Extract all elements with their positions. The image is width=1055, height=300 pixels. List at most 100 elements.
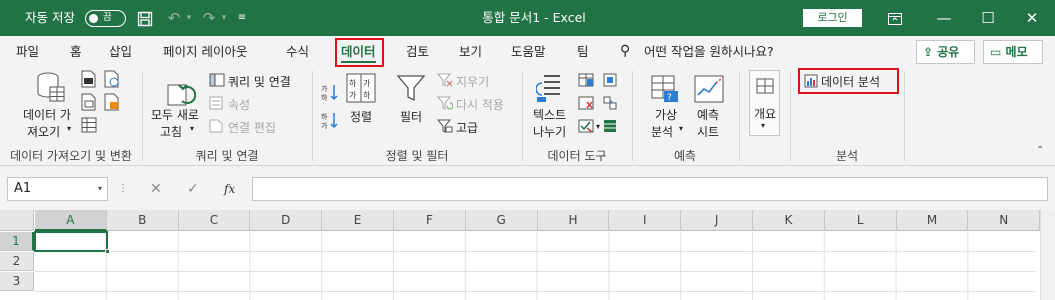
sort-descending-icon[interactable]: 하가 bbox=[321, 111, 339, 132]
flash-fill-icon[interactable] bbox=[578, 73, 594, 90]
row-header-3[interactable]: 3 bbox=[0, 272, 34, 291]
get-data-icon[interactable] bbox=[36, 71, 66, 108]
formula-input[interactable] bbox=[252, 177, 1048, 201]
column-header-n[interactable]: N bbox=[968, 210, 1041, 231]
recent-sources-icon[interactable] bbox=[104, 93, 120, 114]
get-data-label-1[interactable]: 데이터 가 bbox=[23, 106, 71, 123]
column-header-f[interactable]: F bbox=[394, 210, 466, 231]
autosave-toggle[interactable]: 끔 bbox=[85, 10, 126, 27]
consolidate-icon[interactable] bbox=[603, 73, 617, 90]
save-icon[interactable] bbox=[136, 0, 154, 36]
login-button[interactable]: 로그인 bbox=[803, 9, 862, 27]
tell-me-input[interactable]: 어떤 작업을 원하시나요? bbox=[644, 36, 774, 67]
column-header-m[interactable]: M bbox=[896, 210, 969, 231]
advanced-button[interactable]: 고급 bbox=[456, 119, 478, 136]
redo-dropdown-icon[interactable]: ▾ bbox=[219, 0, 229, 36]
existing-connections-icon[interactable] bbox=[81, 117, 97, 136]
remove-duplicates-icon[interactable] bbox=[578, 96, 594, 113]
insert-function-icon[interactable]: fx bbox=[224, 177, 235, 201]
text-to-columns-label-1[interactable]: 텍스트 bbox=[533, 106, 566, 123]
data-model-icon[interactable] bbox=[603, 119, 617, 136]
svg-text:가: 가 bbox=[321, 121, 328, 129]
refresh-all-label-1[interactable]: 모두 새로 bbox=[151, 106, 199, 123]
from-table-icon[interactable] bbox=[81, 93, 97, 114]
selected-cell[interactable] bbox=[34, 231, 108, 252]
column-header-g[interactable]: G bbox=[465, 210, 538, 231]
row-header-1[interactable]: 1 bbox=[0, 232, 34, 251]
get-data-label-2[interactable]: 져오기 bbox=[27, 123, 60, 140]
column-header-h[interactable]: H bbox=[537, 210, 610, 231]
column-header-k[interactable]: K bbox=[753, 210, 825, 231]
tab-formulas[interactable]: 수식 bbox=[286, 36, 309, 67]
filter-label[interactable]: 필터 bbox=[400, 108, 422, 125]
sort-label[interactable]: 정렬 bbox=[350, 108, 372, 125]
what-if-dropdown-icon[interactable]: ▾ bbox=[679, 124, 683, 133]
from-web-icon[interactable] bbox=[104, 70, 120, 91]
outline-button[interactable]: 개요 ▾ bbox=[749, 70, 780, 136]
group-separator bbox=[739, 71, 740, 161]
undo-dropdown-icon[interactable]: ▾ bbox=[184, 0, 194, 36]
tab-review[interactable]: 검토 bbox=[406, 36, 429, 67]
customize-toolbar-icon[interactable]: ≡ bbox=[236, 0, 248, 36]
column-header-i[interactable]: I bbox=[609, 210, 682, 231]
enter-icon[interactable]: ✓ bbox=[187, 177, 199, 201]
comments-button[interactable]: ▭ 메모 bbox=[983, 40, 1043, 64]
from-text-csv-icon[interactable] bbox=[81, 70, 97, 91]
maximize-icon[interactable]: ☐ bbox=[977, 0, 999, 36]
close-icon[interactable]: ✕ bbox=[1021, 0, 1043, 36]
redo-icon[interactable]: ↷ bbox=[200, 0, 218, 36]
text-to-columns-label-2[interactable]: 나누기 bbox=[533, 123, 566, 140]
clear-button[interactable]: 지우기 bbox=[456, 73, 489, 90]
properties-button[interactable]: 속성 bbox=[228, 96, 250, 113]
select-all-button[interactable] bbox=[0, 210, 34, 231]
edit-links-button[interactable]: 연결 편집 bbox=[228, 119, 276, 136]
search-icon[interactable]: ⚲ bbox=[620, 36, 630, 67]
column-header-j[interactable]: J bbox=[681, 210, 753, 231]
share-button[interactable]: ⇪ 공유 bbox=[916, 40, 975, 64]
text-to-columns-icon[interactable] bbox=[535, 73, 562, 106]
data-validation-icon[interactable] bbox=[578, 119, 594, 136]
reapply-button[interactable]: 다시 적용 bbox=[456, 96, 504, 113]
sort-icon[interactable]: 하가가하 bbox=[346, 73, 376, 106]
undo-icon[interactable]: ↶ bbox=[165, 0, 183, 36]
tab-home[interactable]: 홈 bbox=[70, 36, 82, 67]
what-if-label-2[interactable]: 분석 bbox=[651, 123, 673, 140]
tab-view[interactable]: 보기 bbox=[459, 36, 482, 67]
tab-help[interactable]: 도움말 bbox=[511, 36, 546, 67]
group-separator bbox=[312, 71, 313, 161]
queries-connections-button[interactable]: 쿼리 및 연결 bbox=[228, 73, 291, 90]
refresh-dropdown-icon[interactable]: ▾ bbox=[190, 124, 194, 133]
what-if-analysis-icon[interactable]: ? bbox=[651, 75, 679, 106]
forecast-sheet-label-1[interactable]: 예측 bbox=[697, 106, 719, 123]
what-if-label-1[interactable]: 가상 bbox=[655, 106, 677, 123]
get-data-dropdown-icon[interactable]: ▾ bbox=[67, 124, 71, 133]
column-header-a[interactable]: A bbox=[35, 210, 107, 231]
forecast-sheet-icon[interactable] bbox=[694, 75, 724, 106]
relationships-icon[interactable] bbox=[603, 96, 617, 113]
column-header-c[interactable]: C bbox=[178, 210, 251, 231]
name-box[interactable]: A1 ▾ bbox=[7, 177, 108, 201]
row-header-2[interactable]: 2 bbox=[0, 252, 34, 271]
forecast-sheet-label-2[interactable]: 시트 bbox=[697, 123, 719, 140]
fill-handle[interactable] bbox=[105, 249, 110, 254]
column-header-b[interactable]: B bbox=[106, 210, 179, 231]
data-validation-dropdown-icon[interactable]: ▾ bbox=[596, 122, 600, 131]
tab-insert[interactable]: 삽입 bbox=[109, 36, 132, 67]
column-header-e[interactable]: E bbox=[322, 210, 394, 231]
refresh-all-label-2[interactable]: 고침 bbox=[160, 123, 182, 140]
name-box-dropdown-icon[interactable]: ▾ bbox=[98, 178, 102, 200]
ribbon-tabs: 파일 홈 삽입 페이지 레이아웃 수식 데이터 검토 보기 도움말 팀 ⚲ 어떤… bbox=[0, 36, 1055, 67]
cancel-icon[interactable]: ✕ bbox=[150, 177, 162, 201]
sort-ascending-icon[interactable]: 가하 bbox=[321, 83, 339, 104]
filter-icon[interactable] bbox=[396, 73, 426, 106]
ribbon-display-options-icon[interactable] bbox=[884, 0, 906, 36]
minimize-icon[interactable]: — bbox=[933, 0, 955, 36]
column-header-l[interactable]: L bbox=[824, 210, 897, 231]
tab-team[interactable]: 팀 bbox=[577, 36, 589, 67]
column-header-d[interactable]: D bbox=[250, 210, 323, 231]
cells[interactable] bbox=[35, 232, 1035, 300]
collapse-ribbon-icon[interactable]: ⌃ bbox=[1036, 145, 1044, 156]
tab-file[interactable]: 파일 bbox=[16, 36, 39, 67]
vertical-scrollbar[interactable] bbox=[1040, 210, 1055, 300]
tab-page-layout[interactable]: 페이지 레이아웃 bbox=[163, 36, 247, 67]
